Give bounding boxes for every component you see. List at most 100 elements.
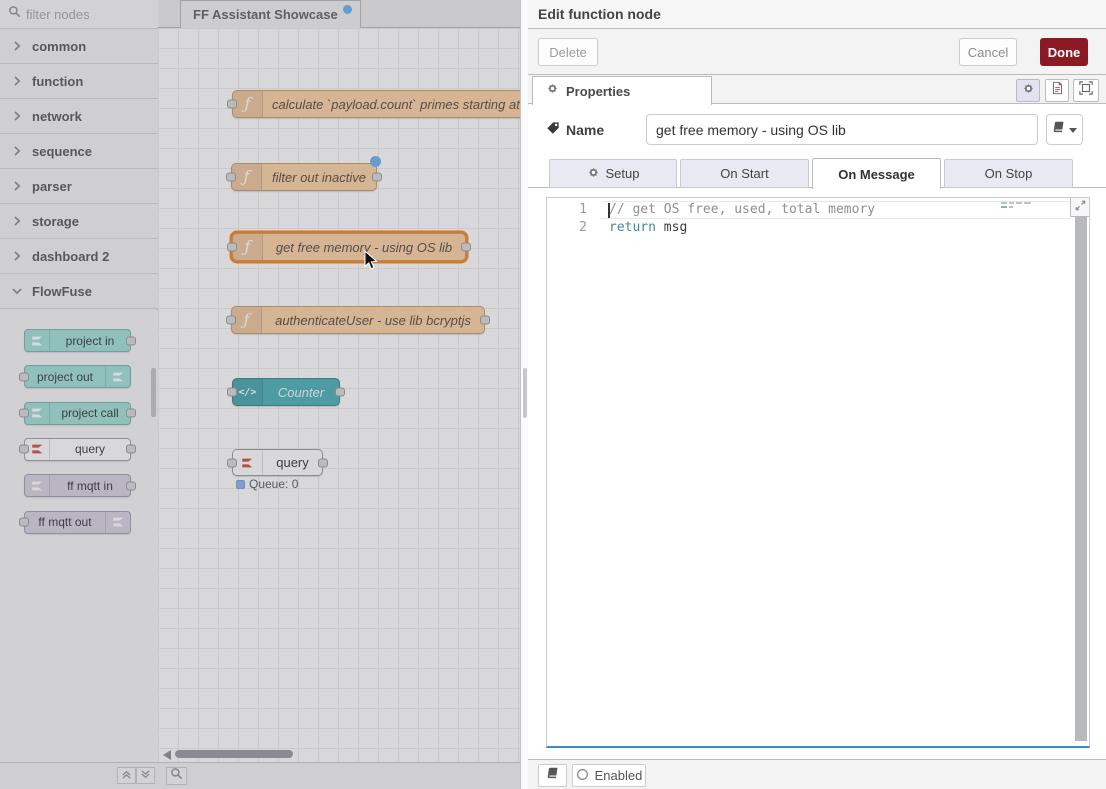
workspace-region: commonfunctionnetworksequence parser stora… — [0, 0, 520, 789]
double-chevron-down-icon — [140, 767, 151, 785]
palette-node-ff-mqtt-out[interactable]: ff mqtt out — [24, 511, 131, 534]
node-port-left[interactable] — [227, 243, 237, 252]
flow-node-query[interactable]: query — [232, 449, 323, 476]
flow-canvas[interactable]: FF Assistant Showcase ƒcalculate `payloa… — [158, 0, 520, 789]
palette-category-dashboard-2[interactable]: dashboard 2 — [0, 239, 158, 274]
node-port-right[interactable] — [126, 336, 136, 345]
palette-category-parser[interactable]: parser — [0, 169, 158, 204]
tray-panel: Edit function node Delete Cancel Done Pr… — [528, 0, 1106, 789]
code-line-1[interactable]: // get OS free, used, total memory — [609, 201, 875, 219]
tray-resize-handle[interactable] — [520, 0, 528, 789]
tab-ff-assistant-showcase[interactable]: FF Assistant Showcase — [180, 0, 361, 28]
tab-on-start[interactable]: On Start — [680, 159, 809, 188]
chevron-right-icon — [12, 76, 22, 86]
tab-label: Setup — [606, 166, 640, 181]
palette-node-ff-mqtt-in[interactable]: ff mqtt in — [24, 474, 131, 497]
canvas-footer — [158, 762, 520, 789]
category-label: parser — [32, 179, 72, 194]
editor-caret — [608, 203, 610, 218]
node-port-left[interactable] — [19, 518, 29, 527]
palette-node-project-call[interactable]: project call — [24, 402, 131, 425]
library-button[interactable] — [538, 764, 567, 787]
h-scrollbar-thumb[interactable] — [175, 750, 293, 758]
expand-all-button[interactable] — [136, 767, 155, 784]
tray-footer: Enabled — [528, 759, 1106, 789]
node-port-left[interactable] — [227, 458, 237, 467]
palette-category-network[interactable]: network — [0, 99, 158, 134]
edit-appearance-button[interactable] — [1073, 79, 1099, 102]
node-port-right[interactable] — [318, 458, 328, 467]
circle-icon — [576, 768, 589, 784]
done-button[interactable]: Done — [1040, 38, 1088, 66]
tab-label: On Start — [720, 166, 768, 181]
node-port-right[interactable] — [461, 243, 471, 252]
code-token: // get OS free, used, total memory — [609, 202, 875, 217]
palette-category-common[interactable]: common — [0, 29, 158, 64]
palette-category-sequence[interactable]: sequence — [0, 134, 158, 169]
palette-category-storage[interactable]: storage — [0, 204, 158, 239]
node-port-left[interactable] — [227, 100, 237, 109]
edit-properties-button[interactable] — [1016, 79, 1040, 102]
flow-node-counter[interactable]: </>Counter — [232, 378, 340, 406]
code-editor[interactable]: 12 // get OS free, used, total memoryret… — [546, 197, 1090, 748]
flow-node-authenticateuser-use-lib-bcryptjs[interactable]: ƒauthenticateUser - use lib bcryptjs — [231, 306, 485, 334]
edit-description-button[interactable] — [1045, 79, 1069, 102]
node-port-right[interactable] — [126, 445, 136, 454]
node-port-left[interactable] — [226, 173, 236, 182]
editor-minimap[interactable] — [1001, 201, 1035, 215]
code-line-2[interactable]: return msg — [609, 219, 687, 237]
canvas-search-button[interactable] — [166, 767, 187, 785]
node-port-left[interactable] — [226, 316, 236, 325]
function-icon: ƒ — [233, 234, 263, 260]
node-port-right[interactable] — [126, 409, 136, 418]
node-port-left[interactable] — [19, 372, 29, 381]
category-label: dashboard 2 — [32, 249, 109, 264]
flow-node-calculate-payload-count-primes-starting-at-p[interactable]: ƒcalculate `payload.count` primes starti… — [232, 90, 520, 118]
palette-node-label: ff mqtt in — [50, 475, 130, 496]
template-icon: </> — [233, 379, 263, 405]
tab-label: On Message — [838, 167, 915, 182]
node-port-left[interactable] — [19, 409, 29, 418]
node-port-left[interactable] — [227, 388, 237, 397]
enabled-toggle-button[interactable]: Enabled — [572, 764, 646, 787]
delete-button[interactable]: Delete — [538, 38, 598, 66]
tab-properties[interactable]: Properties — [532, 76, 712, 105]
cancel-button[interactable]: Cancel — [959, 38, 1017, 66]
name-library-button[interactable] — [1046, 114, 1083, 145]
palette-category-flowfuse[interactable]: FlowFuse — [0, 274, 158, 309]
node-port-left[interactable] — [19, 445, 29, 454]
palette-filter-input[interactable] — [26, 7, 136, 22]
category-label: FlowFuse — [32, 284, 92, 299]
collapse-all-button[interactable] — [117, 767, 136, 784]
flow-node-get-free-memory-using-os-lib[interactable]: ƒget free memory - using OS lib — [232, 233, 466, 261]
palette-node-project-in[interactable]: project in — [24, 329, 131, 352]
tray-toolbar: Delete Cancel Done — [528, 29, 1106, 75]
node-port-right[interactable] — [480, 316, 490, 325]
tab-on-stop[interactable]: On Stop — [944, 159, 1073, 188]
tab-label: On Stop — [985, 166, 1033, 181]
name-input[interactable] — [646, 114, 1038, 145]
palette-node-project-out[interactable]: project out — [24, 365, 131, 388]
tab-setup[interactable]: Setup — [549, 159, 677, 188]
node-status: Queue: 0 — [236, 477, 298, 491]
function-icon: ƒ — [232, 307, 262, 333]
flow-modified-dot — [343, 5, 352, 14]
chevron-right-icon — [12, 251, 22, 261]
edit-tray: Edit function node Delete Cancel Done Pr… — [520, 0, 1106, 789]
tab-on-message[interactable]: On Message — [812, 158, 941, 189]
palette-scrollbar[interactable] — [151, 368, 156, 417]
flow-tab-label: FF Assistant Showcase — [193, 7, 338, 22]
line-number: 2 — [557, 220, 587, 235]
chevron-right-icon — [12, 146, 22, 156]
palette-category-function[interactable]: function — [0, 64, 158, 99]
node-port-right[interactable] — [372, 173, 382, 182]
node-port-right[interactable] — [335, 388, 345, 397]
h-scroll-left-arrow[interactable] — [163, 750, 171, 760]
tray-header: Edit function node — [528, 0, 1106, 29]
editor-expand-button[interactable] — [1070, 198, 1089, 217]
node-port-right[interactable] — [126, 481, 136, 490]
palette-node-query[interactable]: query — [24, 438, 131, 461]
node-label: calculate `payload.count` primes startin… — [263, 91, 520, 117]
flow-node-filter-out-inactive[interactable]: ƒfilter out inactive — [231, 163, 377, 191]
editor-scrollbar[interactable] — [1075, 217, 1087, 741]
